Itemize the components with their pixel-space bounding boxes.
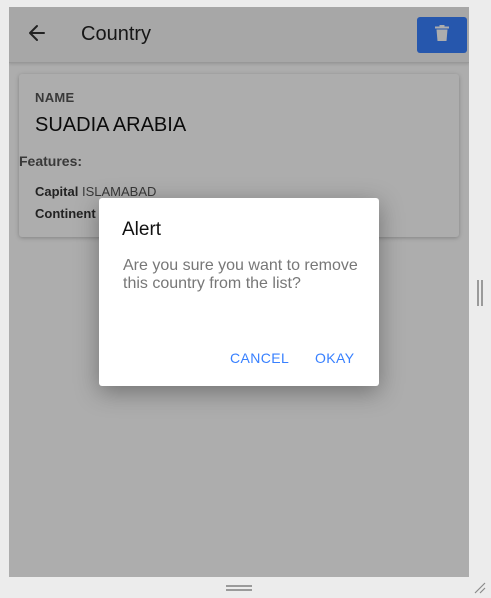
vertical-resize-handle[interactable] (477, 280, 483, 306)
cancel-button[interactable]: CANCEL (230, 350, 289, 366)
alert-title: Alert (122, 219, 162, 240)
window-frame: Country NAME SUADIA ARABIA Features: Cap… (0, 0, 491, 598)
okay-button[interactable]: OKAY (315, 350, 354, 366)
resize-grip-icon[interactable] (472, 580, 486, 594)
app-viewport: Country NAME SUADIA ARABIA Features: Cap… (9, 7, 469, 577)
alert-dialog: Alert Are you sure you want to remove th… (99, 198, 379, 386)
horizontal-resize-handle[interactable] (226, 585, 252, 591)
alert-message: Are you sure you want to remove this cou… (123, 257, 358, 292)
